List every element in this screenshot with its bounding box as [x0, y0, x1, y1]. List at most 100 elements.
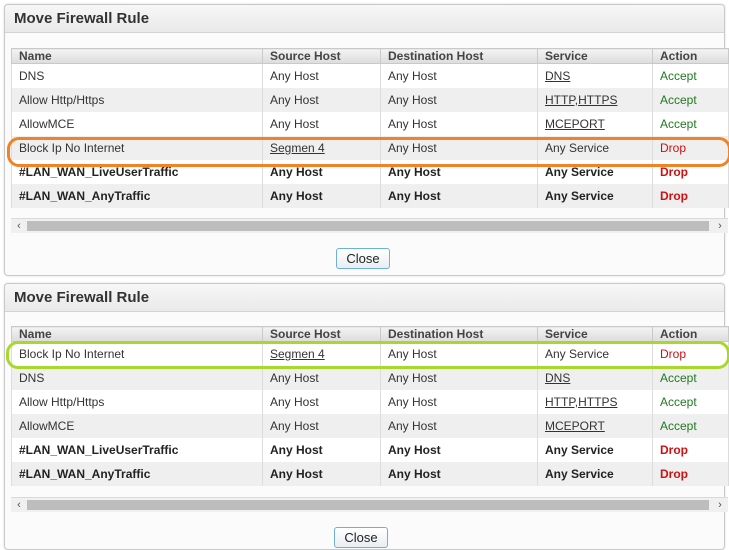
column-header-destination-host[interactable]: Destination Host	[380, 48, 538, 64]
table-row-selected[interactable]: Block Ip No Internet Segmen 4 Any Host A…	[11, 341, 729, 366]
rule-source-host: Any Host	[262, 184, 381, 208]
source-host-link[interactable]: Segmen 4	[270, 141, 325, 155]
table-header-row: Name Source Host Destination Host Servic…	[11, 326, 729, 342]
rule-destination-host: Any Host	[380, 438, 538, 462]
table-row[interactable]: DNS Any Host Any Host DNS Accept	[11, 63, 729, 88]
service-link[interactable]: HTTP,HTTPS	[545, 395, 617, 409]
rule-name: AllowMCE	[11, 112, 263, 136]
rule-name: Block Ip No Internet	[11, 341, 263, 366]
action-drop: Drop	[660, 165, 688, 179]
rule-destination-host: Any Host	[380, 160, 538, 184]
rule-source-host: Any Host	[262, 88, 381, 112]
table-row[interactable]: Allow Http/Https Any Host Any Host HTTP,…	[11, 390, 729, 414]
rule-action: Accept	[652, 112, 729, 136]
rule-name: #LAN_WAN_AnyTraffic	[11, 184, 263, 208]
rule-name: #LAN_WAN_LiveUserTraffic	[11, 160, 263, 184]
rule-destination-host: Any Host	[380, 184, 538, 208]
column-header-source-host[interactable]: Source Host	[262, 48, 381, 64]
column-header-service[interactable]: Service	[537, 48, 653, 64]
column-header-service[interactable]: Service	[537, 326, 653, 342]
close-button[interactable]: Close	[334, 527, 388, 548]
table-row-selected[interactable]: Block Ip No Internet Segmen 4 Any Host A…	[11, 136, 729, 160]
scroll-left-arrow-icon[interactable]: ‹	[12, 219, 26, 233]
scroll-right-arrow-icon[interactable]: ›	[713, 219, 727, 233]
rule-source-host: Any Host	[262, 112, 381, 136]
rule-source-host: Segmen 4	[262, 136, 381, 160]
rule-action: Accept	[652, 366, 729, 390]
rule-service: Any Service	[537, 184, 653, 208]
service-link[interactable]: HTTP,HTTPS	[545, 93, 617, 107]
rule-source-host: Any Host	[262, 160, 381, 184]
rule-name: Allow Http/Https	[11, 390, 263, 414]
rule-destination-host: Any Host	[380, 390, 538, 414]
service-link[interactable]: DNS	[545, 69, 570, 83]
move-firewall-rule-dialog-before: Move Firewall Rule Name Source Host Dest…	[4, 4, 729, 276]
rule-action: Accept	[652, 414, 729, 438]
rule-service: HTTP,HTTPS	[537, 88, 653, 112]
rule-source-host: Any Host	[262, 414, 381, 438]
rule-service: MCEPORT	[537, 112, 653, 136]
rule-service: DNS	[537, 63, 653, 88]
rule-destination-host: Any Host	[380, 112, 538, 136]
rule-name: Allow Http/Https	[11, 88, 263, 112]
rule-action: Drop	[652, 160, 729, 184]
action-drop: Drop	[660, 347, 687, 361]
rule-service: MCEPORT	[537, 414, 653, 438]
rule-destination-host: Any Host	[380, 136, 538, 160]
column-header-destination-host[interactable]: Destination Host	[380, 326, 538, 342]
column-header-action[interactable]: Action	[652, 48, 729, 64]
rule-source-host: Segmen 4	[262, 341, 381, 366]
dialog-title: Move Firewall Rule	[5, 5, 724, 33]
rule-destination-host: Any Host	[380, 63, 538, 88]
scrollbar-thumb[interactable]	[27, 221, 709, 231]
rule-name: #LAN_WAN_LiveUserTraffic	[11, 438, 263, 462]
move-firewall-rule-dialog-after: Move Firewall Rule Name Source Host Dest…	[4, 283, 729, 550]
table-row[interactable]: #LAN_WAN_AnyTraffic Any Host Any Host An…	[11, 462, 729, 486]
service-link[interactable]: MCEPORT	[545, 419, 605, 433]
column-header-name[interactable]: Name	[11, 326, 263, 342]
table-row[interactable]: AllowMCE Any Host Any Host MCEPORT Accep…	[11, 112, 729, 136]
source-host-link[interactable]: Segmen 4	[270, 347, 325, 361]
scroll-right-arrow-icon[interactable]: ›	[713, 498, 727, 512]
table-row[interactable]: AllowMCE Any Host Any Host MCEPORT Accep…	[11, 414, 729, 438]
action-accept: Accept	[660, 395, 697, 409]
table-row[interactable]: DNS Any Host Any Host DNS Accept	[11, 366, 729, 390]
rule-service: DNS	[537, 366, 653, 390]
rule-source-host: Any Host	[262, 438, 381, 462]
action-drop: Drop	[660, 467, 688, 481]
table-row[interactable]: #LAN_WAN_LiveUserTraffic Any Host Any Ho…	[11, 160, 729, 184]
rule-service: Any Service	[537, 341, 653, 366]
action-accept: Accept	[660, 419, 697, 433]
column-header-name[interactable]: Name	[11, 48, 263, 64]
action-drop: Drop	[660, 141, 687, 155]
column-header-action[interactable]: Action	[652, 326, 729, 342]
rule-source-host: Any Host	[262, 63, 381, 88]
rule-name: AllowMCE	[11, 414, 263, 438]
scrollbar-thumb[interactable]	[27, 500, 709, 510]
action-accept: Accept	[660, 69, 697, 83]
table-row[interactable]: #LAN_WAN_LiveUserTraffic Any Host Any Ho…	[11, 438, 729, 462]
dialog-title: Move Firewall Rule	[5, 284, 724, 312]
scroll-left-arrow-icon[interactable]: ‹	[12, 498, 26, 512]
service-link[interactable]: DNS	[545, 371, 570, 385]
action-accept: Accept	[660, 117, 697, 131]
rule-action: Accept	[652, 63, 729, 88]
rule-action: Accept	[652, 390, 729, 414]
close-button[interactable]: Close	[336, 248, 390, 269]
horizontal-scrollbar[interactable]: ‹ ›	[11, 497, 728, 512]
rule-action: Drop	[652, 438, 729, 462]
service-link[interactable]: MCEPORT	[545, 117, 605, 131]
rule-source-host: Any Host	[262, 462, 381, 486]
table-row[interactable]: #LAN_WAN_AnyTraffic Any Host Any Host An…	[11, 184, 729, 208]
firewall-rules-table: Name Source Host Destination Host Servic…	[11, 48, 729, 208]
column-header-source-host[interactable]: Source Host	[262, 326, 381, 342]
rule-name: DNS	[11, 63, 263, 88]
rule-name: #LAN_WAN_AnyTraffic	[11, 462, 263, 486]
horizontal-scrollbar[interactable]: ‹ ›	[11, 218, 728, 233]
rule-service: Any Service	[537, 462, 653, 486]
action-accept: Accept	[660, 93, 697, 107]
rule-action: Drop	[652, 341, 729, 366]
rule-action: Drop	[652, 462, 729, 486]
table-row[interactable]: Allow Http/Https Any Host Any Host HTTP,…	[11, 88, 729, 112]
rule-action: Drop	[652, 136, 729, 160]
